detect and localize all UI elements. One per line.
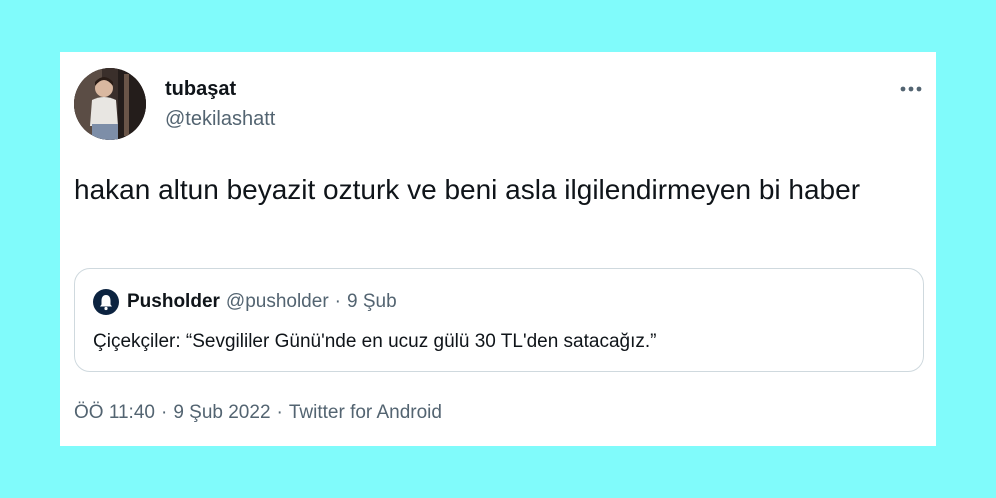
quoted-tweet-header: Pusholder @pusholder · 9 Şub [93, 289, 397, 315]
tweet-text: hakan altun beyazit ozturk ve beni asla … [74, 174, 861, 205]
quoted-tweet[interactable]: Pusholder @pusholder · 9 Şub Çiçekçiler:… [74, 268, 924, 372]
separator-dot: · [276, 402, 283, 423]
tweet-meta: ÖÖ 11:40 · 9 Şub 2022 · Twitter for Android [74, 402, 442, 424]
avatar-photo [74, 68, 146, 140]
more-horizontal-icon [900, 86, 922, 92]
separator-dot: · [160, 402, 168, 423]
tweet-source[interactable]: Twitter for Android [289, 402, 442, 423]
display-name[interactable]: tubaşat [165, 78, 236, 101]
quoted-date[interactable]: 9 Şub [347, 291, 397, 313]
quoted-display-name[interactable]: Pusholder [127, 291, 220, 313]
bell-icon[interactable] [93, 289, 119, 315]
tweet-card: tubaşat @tekilashatt hakan altun beyazit… [60, 52, 936, 446]
tweet-date[interactable]: 9 Şub 2022 [173, 402, 270, 423]
tweet-time[interactable]: ÖÖ 11:40 [74, 402, 155, 423]
user-handle[interactable]: @tekilashatt [165, 108, 275, 131]
quoted-handle[interactable]: @pusholder [226, 291, 329, 313]
separator-dot: · [334, 291, 341, 312]
quoted-tweet-text: Çiçekçiler: “Sevgililer Günü'nde en ucuz… [93, 331, 657, 352]
more-options-button[interactable] [896, 74, 926, 104]
user-avatar[interactable] [74, 68, 146, 140]
